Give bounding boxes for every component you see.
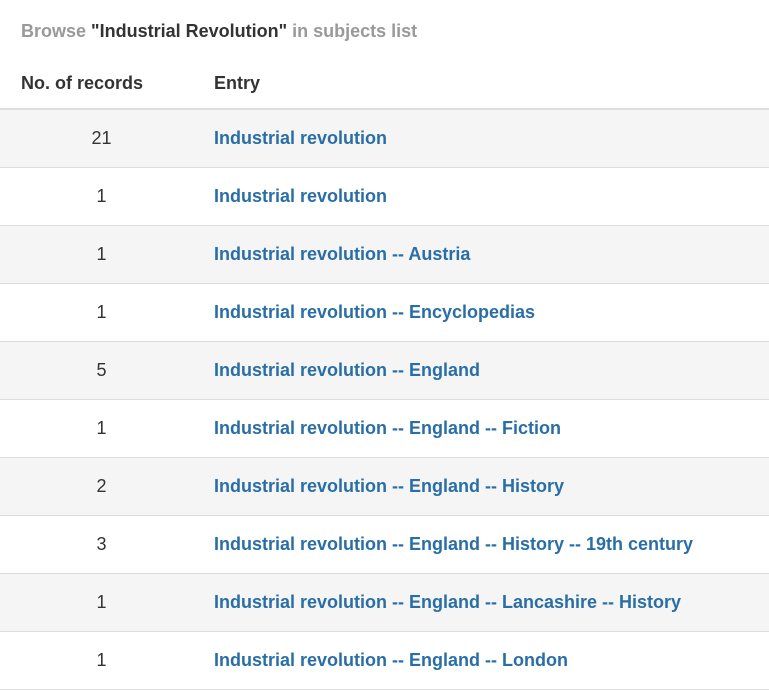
- table-row: 1 Industrial revolution -- England -- La…: [0, 573, 769, 632]
- page-heading: Browse "Industrial Revolution" in subjec…: [21, 18, 417, 44]
- record-count: 3: [0, 515, 203, 574]
- record-count: 1: [0, 399, 203, 458]
- table-row: 1 Industrial revolution -- England -- Lo…: [0, 631, 769, 690]
- subject-entry-link[interactable]: Industrial revolution: [214, 128, 387, 148]
- record-count: 21: [0, 109, 203, 168]
- table-header: No. of records Entry: [0, 58, 769, 110]
- table-row: 1 Industrial revolution -- Austria: [0, 225, 769, 284]
- subject-entry-link[interactable]: Industrial revolution -- England -- Hist…: [214, 534, 693, 554]
- table-row: 1 Industrial revolution -- Encyclopedias: [0, 283, 769, 342]
- column-header-count: No. of records: [0, 58, 203, 110]
- subject-entry-link[interactable]: Industrial revolution -- England -- Hist…: [214, 476, 564, 496]
- table-row: 2 Industrial revolution -- England -- Hi…: [0, 457, 769, 516]
- header-row: No. of records Entry: [0, 58, 769, 110]
- record-count: 2: [0, 457, 203, 516]
- table-row: 1 Industrial revolution: [0, 167, 769, 226]
- table-row: 21 Industrial revolution: [0, 109, 769, 168]
- record-count: 1: [0, 283, 203, 342]
- table-body: 21 Industrial revolution 1 Industrial re…: [0, 109, 769, 690]
- subject-entry-link[interactable]: Industrial revolution -- England -- Fict…: [214, 418, 561, 438]
- table-row: 3 Industrial revolution -- England -- Hi…: [0, 515, 769, 574]
- record-count: 1: [0, 167, 203, 226]
- subject-entry-link[interactable]: Industrial revolution -- Encyclopedias: [214, 302, 535, 322]
- heading-search-term: "Industrial Revolution": [91, 21, 288, 41]
- subject-entry-link[interactable]: Industrial revolution -- Austria: [214, 244, 470, 264]
- record-count: 5: [0, 341, 203, 400]
- subjects-table: No. of records Entry 21 Industrial revol…: [0, 58, 769, 690]
- table-row: 1 Industrial revolution -- England -- Fi…: [0, 399, 769, 458]
- subject-entry-link[interactable]: Industrial revolution: [214, 186, 387, 206]
- heading-prefix: Browse: [21, 21, 87, 41]
- record-count: 1: [0, 631, 203, 690]
- subject-entry-link[interactable]: Industrial revolution -- England: [214, 360, 480, 380]
- record-count: 1: [0, 225, 203, 284]
- column-header-entry: Entry: [203, 58, 769, 110]
- subject-entry-link[interactable]: Industrial revolution -- England -- Lanc…: [214, 592, 681, 612]
- subject-entry-link[interactable]: Industrial revolution -- England -- Lond…: [214, 650, 568, 670]
- table-row: 5 Industrial revolution -- England: [0, 341, 769, 400]
- record-count: 1: [0, 573, 203, 632]
- heading-suffix: in subjects list: [292, 21, 418, 41]
- browse-page: Browse "Industrial Revolution" in subjec…: [0, 0, 769, 690]
